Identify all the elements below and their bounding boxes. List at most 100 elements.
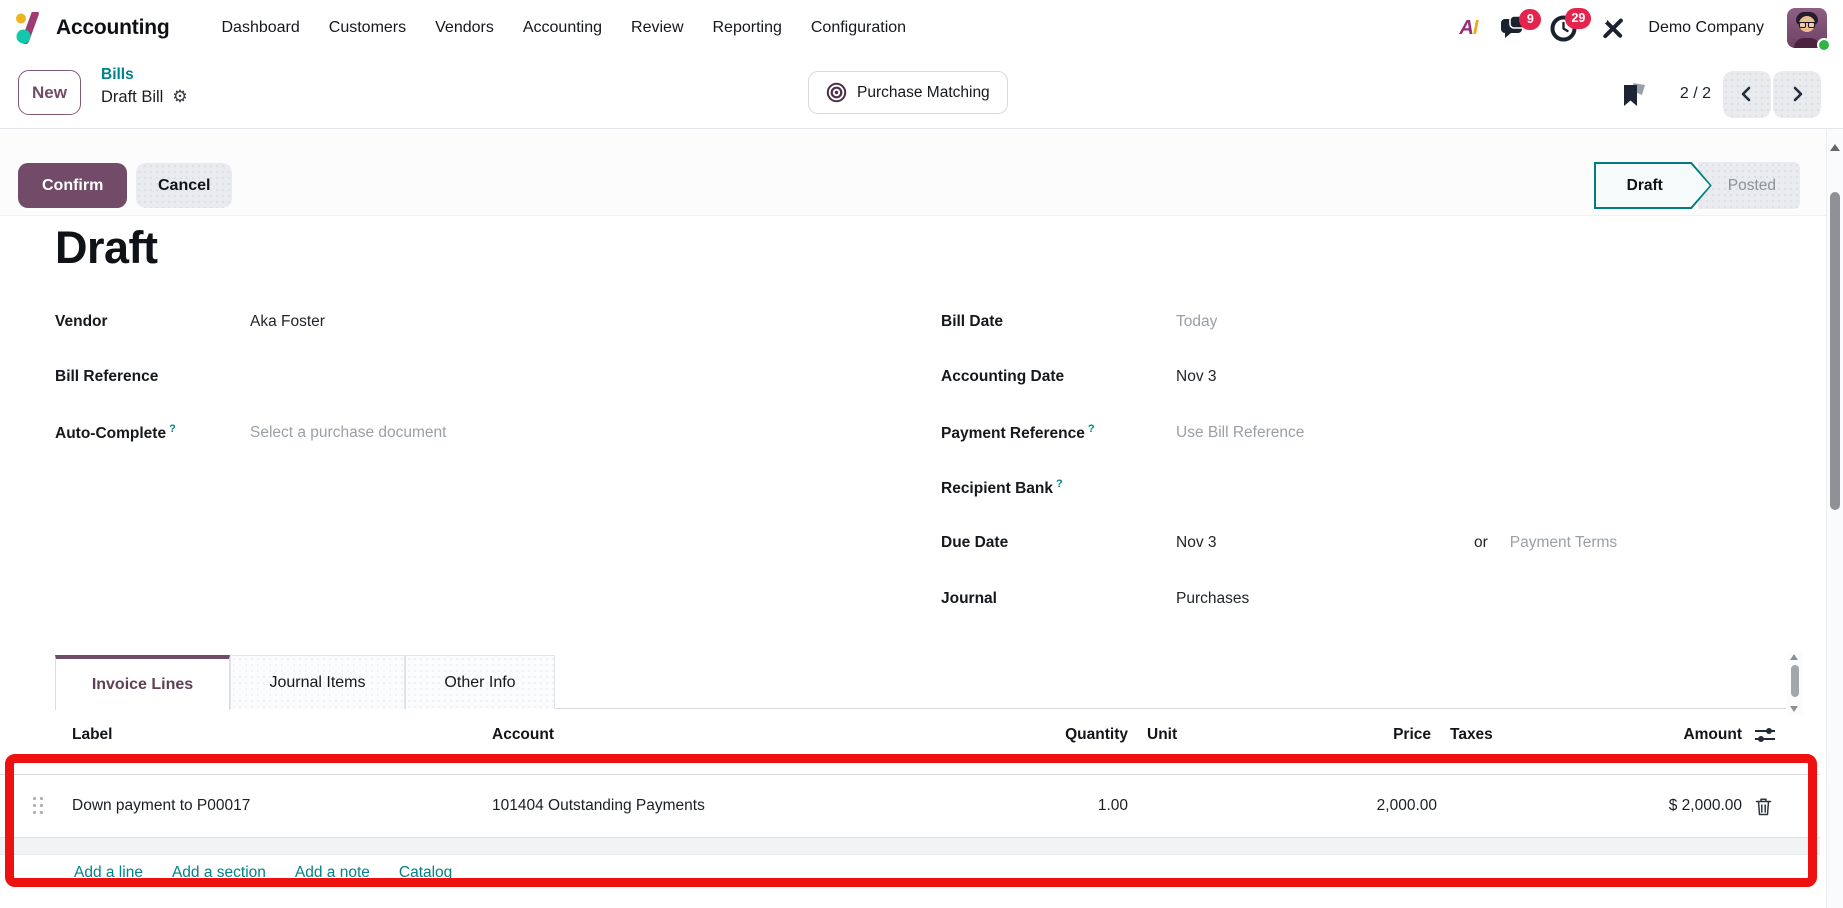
field-recipient-bank: Recipient Bank? bbox=[941, 477, 1063, 498]
field-accounting-date: Accounting Date Nov 3 bbox=[941, 368, 1217, 386]
help-icon: ? bbox=[169, 422, 176, 435]
due-date-input[interactable]: Nov 3 bbox=[1176, 534, 1474, 552]
confirm-button[interactable]: Confirm bbox=[18, 163, 128, 208]
purchase-matching-button[interactable]: Purchase Matching bbox=[808, 71, 1008, 114]
optional-columns-icon[interactable] bbox=[1753, 713, 1777, 757]
menu-reporting[interactable]: Reporting bbox=[713, 19, 782, 37]
menu-dashboard[interactable]: Dashboard bbox=[222, 19, 300, 37]
breadcrumb: Bills Draft Bill ⚙ bbox=[101, 64, 188, 109]
cell-account[interactable]: 101404 Outstanding Payments bbox=[492, 775, 705, 837]
auto-complete-input[interactable]: Select a purchase document bbox=[250, 424, 446, 442]
list-footer-links: Add a line Add a section Add a note Cata… bbox=[0, 855, 1820, 890]
tools-icon[interactable] bbox=[1600, 16, 1625, 41]
online-status-dot bbox=[1817, 38, 1831, 52]
cell-quantity[interactable]: 1.00 bbox=[980, 775, 1128, 837]
ai-icon[interactable]: AI bbox=[1459, 17, 1478, 40]
field-bill-date: Bill Date Today bbox=[941, 313, 1218, 331]
help-icon: ? bbox=[1087, 422, 1095, 435]
pager-previous-button[interactable] bbox=[1723, 70, 1771, 118]
cell-amount[interactable]: $ 2,000.00 bbox=[1560, 775, 1742, 837]
cell-label[interactable]: Down payment to P00017 bbox=[72, 775, 250, 837]
app-brand[interactable]: Accounting bbox=[14, 12, 170, 44]
col-taxes[interactable]: Taxes bbox=[1450, 713, 1493, 757]
invoice-lines-body: Down payment to P00017 101404 Outstandin… bbox=[0, 757, 1820, 890]
stage-draft[interactable]: Draft bbox=[1594, 162, 1712, 209]
navbar-right: AI 9 29 Demo Company bbox=[1459, 7, 1831, 52]
field-journal: Journal Purchases bbox=[941, 590, 1250, 608]
inner-scrollbar[interactable] bbox=[1787, 651, 1803, 715]
row-footer-separator bbox=[0, 838, 1820, 855]
cell-price[interactable]: 2,000.00 bbox=[1300, 775, 1437, 837]
inner-scroll-down-arrow[interactable] bbox=[1790, 706, 1798, 712]
company-switcher[interactable]: Demo Company bbox=[1648, 19, 1764, 37]
field-bill-reference: Bill Reference bbox=[55, 368, 159, 385]
add-a-section-link[interactable]: Add a section bbox=[172, 864, 266, 882]
menu-customers[interactable]: Customers bbox=[329, 19, 406, 37]
col-unit[interactable]: Unit bbox=[1147, 713, 1177, 757]
messages-badge: 9 bbox=[1519, 8, 1542, 30]
field-due-date: Due Date Nov 3 or Payment Terms bbox=[941, 534, 1618, 552]
messages-icon[interactable]: 9 bbox=[1500, 8, 1542, 41]
help-icon: ? bbox=[1055, 477, 1063, 490]
pager-next-button[interactable] bbox=[1773, 70, 1821, 118]
invoice-line-row[interactable]: Down payment to P00017 101404 Outstandin… bbox=[0, 775, 1820, 838]
inner-scroll-up-arrow[interactable] bbox=[1790, 654, 1798, 660]
main-menu: Dashboard Customers Vendors Accounting R… bbox=[222, 19, 907, 37]
delete-row-icon[interactable] bbox=[1755, 775, 1772, 837]
field-vendor: Vendor Aka Foster bbox=[55, 313, 325, 331]
accounting-date-input[interactable]: Nov 3 bbox=[1176, 368, 1217, 386]
control-panel: New Bills Draft Bill ⚙ Purchase Matching bbox=[0, 56, 1843, 129]
field-payment-reference: Payment Reference? Use Bill Reference bbox=[941, 422, 1305, 443]
col-price[interactable]: Price bbox=[1300, 713, 1431, 757]
field-auto-complete: Auto-Complete? Select a purchase documen… bbox=[55, 422, 447, 443]
payment-terms-input[interactable]: Payment Terms bbox=[1510, 534, 1617, 552]
odoo-accounting-window: Accounting Dashboard Customers Vendors A… bbox=[0, 0, 1843, 908]
journal-input[interactable]: Purchases bbox=[1176, 590, 1249, 608]
breadcrumb-bills-link[interactable]: Bills bbox=[101, 65, 134, 86]
activities-badge: 29 bbox=[1565, 7, 1592, 29]
notebook-tabs: Invoice Lines Journal Items Other Info bbox=[55, 655, 1786, 710]
bookmark-icon[interactable] bbox=[1618, 80, 1648, 108]
col-quantity[interactable]: Quantity bbox=[980, 713, 1128, 757]
record-state-title: Draft bbox=[55, 222, 158, 273]
cancel-button[interactable]: Cancel bbox=[136, 163, 233, 208]
breadcrumb-current: Draft Bill bbox=[101, 88, 164, 107]
scroll-up-arrow[interactable] bbox=[1830, 144, 1840, 151]
menu-review[interactable]: Review bbox=[631, 19, 683, 37]
stage-posted[interactable]: Posted bbox=[1697, 162, 1800, 209]
top-navbar: Accounting Dashboard Customers Vendors A… bbox=[0, 0, 1843, 56]
menu-configuration[interactable]: Configuration bbox=[811, 19, 906, 37]
form-statusbar: Confirm Cancel Draft Posted bbox=[0, 129, 1843, 216]
drag-handle-icon[interactable] bbox=[33, 797, 44, 815]
add-a-note-link[interactable]: Add a note bbox=[295, 864, 370, 882]
menu-accounting[interactable]: Accounting bbox=[523, 19, 602, 37]
accounting-app-icon bbox=[14, 12, 46, 44]
col-account[interactable]: Account bbox=[492, 713, 554, 757]
invoice-lines-header: Label Account Quantity Unit Price Taxes … bbox=[0, 713, 1820, 757]
target-icon bbox=[826, 82, 847, 103]
col-amount[interactable]: Amount bbox=[1600, 713, 1742, 757]
col-label[interactable]: Label bbox=[72, 713, 112, 757]
main-scrollbar[interactable] bbox=[1826, 130, 1843, 908]
activities-clock-icon[interactable]: 29 bbox=[1550, 7, 1592, 42]
tab-journal-items[interactable]: Journal Items bbox=[230, 655, 405, 709]
gear-icon[interactable]: ⚙ bbox=[172, 86, 187, 109]
add-a-line-link[interactable]: Add a line bbox=[74, 864, 143, 882]
app-name: Accounting bbox=[56, 16, 170, 39]
scrollbar-thumb[interactable] bbox=[1830, 192, 1840, 510]
payment-reference-input[interactable]: Use Bill Reference bbox=[1176, 424, 1304, 442]
user-avatar[interactable] bbox=[1787, 8, 1831, 52]
vendor-value[interactable]: Aka Foster bbox=[250, 313, 325, 331]
inner-scrollbar-thumb[interactable] bbox=[1791, 665, 1799, 697]
tab-other-info[interactable]: Other Info bbox=[405, 655, 555, 709]
or-label: or bbox=[1474, 534, 1488, 551]
stage-widget: Draft Posted bbox=[1594, 162, 1800, 209]
bill-date-input[interactable]: Today bbox=[1176, 313, 1217, 331]
new-button[interactable]: New bbox=[18, 70, 81, 115]
tab-invoice-lines[interactable]: Invoice Lines bbox=[55, 655, 230, 710]
pager-count: 2 / 2 bbox=[1679, 85, 1711, 102]
catalog-link[interactable]: Catalog bbox=[399, 864, 452, 882]
pager: 2 / 2 bbox=[1618, 70, 1821, 118]
header-separator bbox=[0, 757, 1820, 775]
menu-vendors[interactable]: Vendors bbox=[435, 19, 494, 37]
